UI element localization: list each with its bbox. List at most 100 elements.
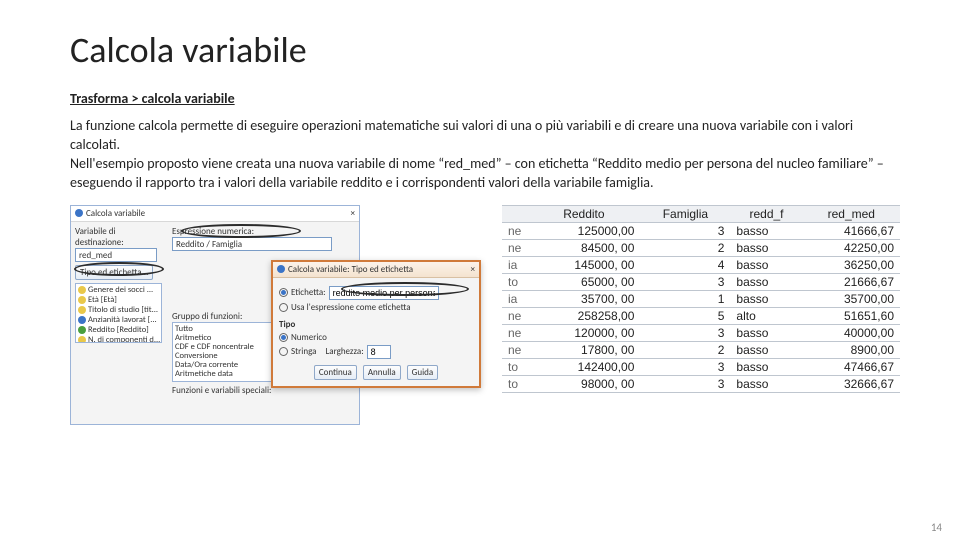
table-cell: ne [502, 324, 527, 341]
radio-icon[interactable] [279, 303, 288, 312]
table-cell: 2 [640, 239, 730, 256]
table-cell: to [502, 358, 527, 375]
table-cell: 36250,00 [803, 256, 900, 273]
table-cell: 42250,00 [803, 239, 900, 256]
callout-ellipse [341, 282, 469, 296]
subdialog-titlebar: Calcola variabile: Tipo ed etichetta × [273, 262, 479, 278]
table-cell: 98000, 00 [527, 375, 640, 392]
dest-var-label: Variabile di destinazione: [75, 226, 162, 248]
table-cell: ne [502, 239, 527, 256]
dialog-titlebar: Calcola variabile × [71, 206, 359, 222]
table-cell: 84500, 00 [527, 239, 640, 256]
table-row: ne120000, 003basso40000,00 [502, 324, 900, 341]
var-item[interactable]: Genere dei socci ... [88, 285, 153, 295]
table-row: ne125000,003basso41666,67 [502, 222, 900, 239]
numeric-radio-label: Numerico [291, 332, 327, 343]
type-label-dialog: Calcola variabile: Tipo ed etichetta × E… [271, 260, 481, 388]
table-cell: 142400,00 [527, 358, 640, 375]
table-cell: ne [502, 307, 527, 324]
description-paragraph: La funzione calcola permette di eseguire… [70, 117, 900, 193]
table-cell: basso [730, 324, 802, 341]
var-item[interactable]: N. di componenti d... [88, 335, 160, 343]
variable-list[interactable]: Genere dei socci ... Età [Età] Titolo di… [75, 283, 162, 343]
expr-input[interactable]: Reddito / Famiglia [172, 237, 332, 251]
table-row: to142400,003basso47466,67 [502, 358, 900, 375]
var-icon [78, 326, 86, 334]
table-cell: to [502, 375, 527, 392]
page-number: 14 [931, 521, 942, 534]
var-item[interactable]: Titolo di studio [tit... [88, 305, 158, 315]
var-icon [78, 286, 86, 294]
table-cell: ia [502, 290, 527, 307]
subdialog-title: Calcola variabile: Tipo ed etichetta [288, 264, 413, 275]
callout-ellipse [74, 262, 164, 276]
width-input[interactable] [367, 345, 391, 359]
table-cell: 51651,60 [803, 307, 900, 324]
page-title: Calcola variabile [70, 28, 900, 72]
table-cell: 2 [640, 341, 730, 358]
table-cell: 125000,00 [527, 222, 640, 239]
table-cell: 3 [640, 358, 730, 375]
table-cell: 17800, 00 [527, 341, 640, 358]
table-cell: basso [730, 256, 802, 273]
table-cell: 65000, 00 [527, 273, 640, 290]
table-cell: 35700, 00 [527, 290, 640, 307]
table-cell: basso [730, 358, 802, 375]
table-cell: 258258,00 [527, 307, 640, 324]
table-cell: 3 [640, 222, 730, 239]
var-icon [78, 336, 86, 343]
table-cell: ia [502, 256, 527, 273]
use-expr-option: Usa l'espressione come etichetta [291, 302, 411, 313]
table-cell: 5 [640, 307, 730, 324]
table-cell: 4 [640, 256, 730, 273]
dialog-title: Calcola variabile [86, 208, 145, 219]
table-cell: ne [502, 222, 527, 239]
table-cell: basso [730, 290, 802, 307]
cancel-button[interactable]: Annulla [363, 365, 401, 380]
table-row: ne84500, 002basso42250,00 [502, 239, 900, 256]
var-icon [78, 306, 86, 314]
table-cell: 120000, 00 [527, 324, 640, 341]
close-icon[interactable]: × [471, 264, 475, 275]
radio-icon[interactable] [279, 333, 288, 342]
continue-button[interactable]: Continua [314, 365, 357, 380]
table-cell: 32666,67 [803, 375, 900, 392]
col-reddito: Reddito [527, 205, 640, 222]
table-cell: 8900,00 [803, 341, 900, 358]
var-icon [78, 316, 86, 324]
table-cell: 1 [640, 290, 730, 307]
var-item[interactable]: Anzianità lavorat [... [88, 315, 157, 325]
table-cell: 35700,00 [803, 290, 900, 307]
var-item[interactable]: Età [Età] [88, 295, 117, 305]
dest-var-input[interactable]: red_med [75, 248, 157, 262]
menu-path: Trasforma > calcola variabile [70, 90, 900, 107]
table-cell: 41666,67 [803, 222, 900, 239]
close-icon[interactable]: × [351, 208, 355, 219]
help-button[interactable]: Guida [407, 365, 439, 380]
table-row: ia35700, 001basso35700,00 [502, 290, 900, 307]
var-item[interactable]: Reddito [Reddito] [88, 325, 149, 335]
table-cell: basso [730, 239, 802, 256]
radio-icon[interactable] [279, 347, 288, 356]
compute-variable-dialog: Calcola variabile × Variabile di destina… [70, 205, 360, 425]
table-cell: 21666,67 [803, 273, 900, 290]
table-row: ne258258,005alto51651,60 [502, 307, 900, 324]
table-cell: ne [502, 341, 527, 358]
table-row: ia145000, 004basso36250,00 [502, 256, 900, 273]
tipo-label: Tipo [279, 319, 473, 330]
col-famiglia: Famiglia [640, 205, 730, 222]
callout-ellipse [181, 224, 301, 238]
data-table: Reddito Famiglia redd_f red_med ne125000… [502, 205, 900, 393]
table-cell: 3 [640, 375, 730, 392]
width-label: Larghezza: [325, 346, 363, 357]
app-icon [75, 209, 83, 217]
table-header-row: Reddito Famiglia redd_f red_med [502, 205, 900, 222]
col-red-med: red_med [803, 205, 900, 222]
table-cell: to [502, 273, 527, 290]
radio-icon[interactable] [279, 288, 288, 297]
table-cell: alto [730, 307, 802, 324]
table-cell: 3 [640, 273, 730, 290]
table-cell: basso [730, 375, 802, 392]
string-radio-label: Stringa [291, 346, 316, 357]
table-row: ne17800, 002basso8900,00 [502, 341, 900, 358]
